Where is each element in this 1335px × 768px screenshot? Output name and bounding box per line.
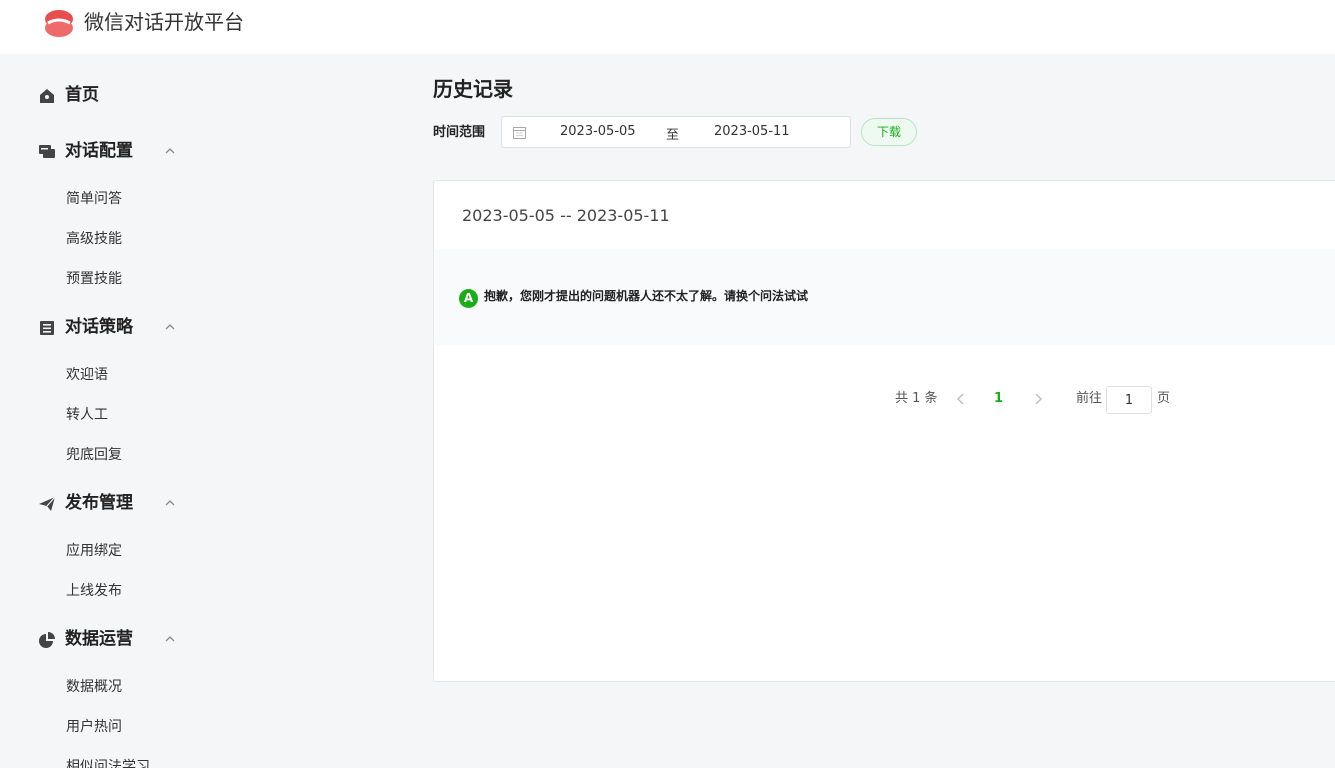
sidebar-item-data-overview[interactable]: 数据概况 xyxy=(66,677,122,697)
card-heading: 2023-05-05 -- 2023-05-11 xyxy=(462,206,670,225)
avatar: A xyxy=(459,289,478,308)
sidebar-item-hot-questions[interactable]: 用户热问 xyxy=(66,717,122,737)
sidebar-group-label: 发布管理 xyxy=(65,493,133,513)
download-button[interactable]: 下载 xyxy=(861,118,917,146)
calendar-icon xyxy=(513,127,526,139)
pagination-goto-label: 前往 xyxy=(1076,391,1103,406)
top-bar: 微信对话开放平台 xyxy=(0,0,1335,54)
send-icon xyxy=(39,496,56,511)
sidebar-group-label: 数据运营 xyxy=(65,629,133,649)
end-date-input[interactable]: 2023-05-11 xyxy=(714,124,790,139)
history-card: 2023-05-05 -- 2023-05-11 A 抱歉，您刚才提出的问题机器… xyxy=(433,180,1335,682)
sidebar-item-advanced-skill[interactable]: 高级技能 xyxy=(66,229,122,249)
chevron-up-icon[interactable] xyxy=(164,321,176,333)
app-title: 微信对话开放平台 xyxy=(84,10,244,34)
logo-icon xyxy=(45,10,73,37)
message-list: A 抱歉，您刚才提出的问题机器人还不太了解。请换个问法试试 xyxy=(435,249,1335,345)
start-date-input[interactable]: 2023-05-05 xyxy=(560,124,636,139)
pie-chart-icon xyxy=(39,632,55,648)
sidebar-item-transfer-human[interactable]: 转人工 xyxy=(66,405,108,425)
chevron-up-icon[interactable] xyxy=(164,633,176,645)
date-range-picker[interactable]: 2023-05-05 至 2023-05-11 xyxy=(501,116,851,148)
home-icon xyxy=(40,89,54,103)
sidebar-item-simple-qa[interactable]: 简单问答 xyxy=(66,189,122,209)
sidebar-group-label: 对话配置 xyxy=(65,141,133,161)
chevron-up-icon[interactable] xyxy=(164,145,176,157)
pagination-total: 共 1 条 xyxy=(895,391,938,406)
sidebar-item-label: 首页 xyxy=(65,85,99,105)
time-range-label: 时间范围 xyxy=(433,125,486,140)
sidebar-item-similar-learning[interactable]: 相似问法学习 xyxy=(66,757,150,768)
pagination-page-suffix: 页 xyxy=(1157,391,1171,406)
page-title: 历史记录 xyxy=(433,77,513,101)
sidebar-item-fallback-reply[interactable]: 兜底回复 xyxy=(66,445,122,465)
sidebar-group-label: 对话策略 xyxy=(65,317,133,337)
chevron-right-icon[interactable] xyxy=(1032,392,1044,406)
sidebar-item-welcome[interactable]: 欢迎语 xyxy=(66,365,108,385)
sidebar-item-app-binding[interactable]: 应用绑定 xyxy=(66,541,122,561)
sidebar xyxy=(0,54,395,768)
chevron-left-icon[interactable] xyxy=(955,392,967,406)
sidebar-item-go-live[interactable]: 上线发布 xyxy=(66,581,122,601)
date-separator: 至 xyxy=(666,128,680,143)
strategy-icon xyxy=(40,321,54,335)
pagination-goto-input[interactable] xyxy=(1106,386,1152,414)
chat-icon xyxy=(39,145,55,158)
sidebar-item-preset-skill[interactable]: 预置技能 xyxy=(66,269,122,289)
message-text: 抱歉，您刚才提出的问题机器人还不太了解。请换个问法试试 xyxy=(484,289,809,303)
chevron-up-icon[interactable] xyxy=(164,497,176,509)
pagination-page-1[interactable]: 1 xyxy=(994,389,1003,409)
